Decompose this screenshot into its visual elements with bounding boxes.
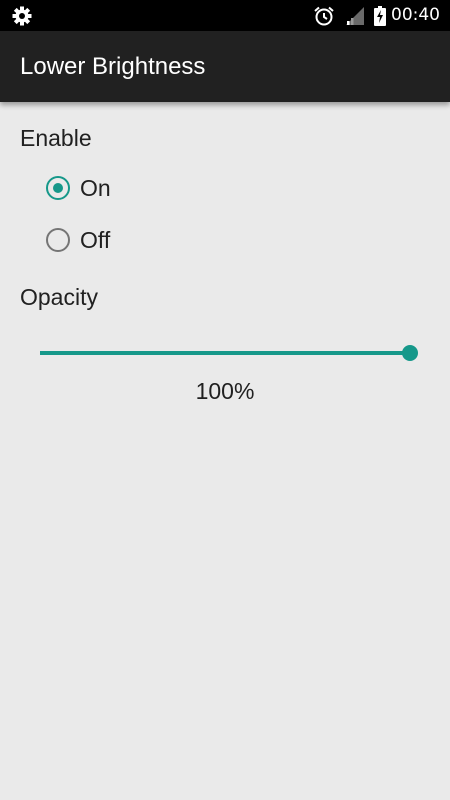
opacity-slider[interactable]	[40, 341, 418, 365]
radio-on-label: On	[80, 174, 111, 201]
radio-checked-icon[interactable]	[46, 176, 70, 200]
slider-fill	[40, 351, 410, 355]
radio-unchecked-icon[interactable]	[46, 228, 70, 252]
status-bar: 00:40	[0, 0, 450, 31]
enable-label: Enable	[20, 125, 92, 151]
radio-off[interactable]: Off	[46, 225, 110, 255]
radio-on[interactable]: On	[46, 173, 111, 203]
opacity-value: 100%	[195, 378, 255, 404]
opacity-label: Opacity	[20, 284, 98, 310]
cell-signal-icon	[343, 0, 367, 31]
radio-off-label: Off	[80, 226, 111, 253]
alarm-clock-icon	[312, 0, 336, 31]
slider-thumb[interactable]	[402, 345, 418, 361]
battery-charging-icon	[372, 0, 388, 31]
status-time: 00:40	[391, 5, 440, 25]
app-bar: Lower Brightness	[0, 31, 450, 102]
settings-gear-icon	[10, 0, 34, 31]
app-title: Lower Brightness	[20, 53, 206, 80]
radio-dot	[53, 183, 63, 193]
